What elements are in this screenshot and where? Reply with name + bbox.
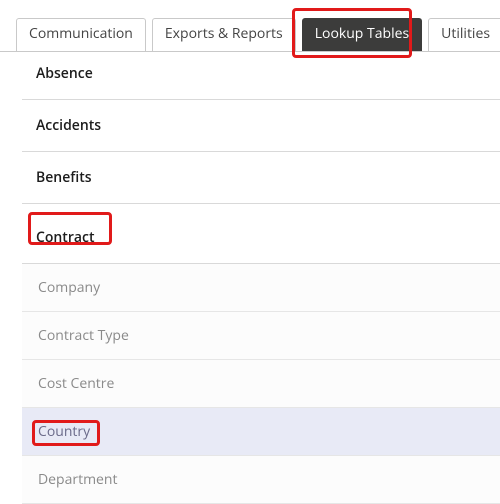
lookup-categories: Absence Accidents Benefits Contract Comp… <box>0 52 500 504</box>
item-department[interactable]: Department <box>22 456 500 504</box>
tab-lookup-tables[interactable]: Lookup Tables <box>302 18 422 51</box>
item-country[interactable]: Country <box>22 408 500 456</box>
item-company[interactable]: Company <box>22 264 500 312</box>
tab-exports-reports[interactable]: Exports & Reports <box>152 18 296 51</box>
section-benefits[interactable]: Benefits <box>22 152 500 204</box>
tab-communication[interactable]: Communication <box>16 18 146 51</box>
item-cost-centre[interactable]: Cost Centre <box>22 360 500 408</box>
item-contract-type[interactable]: Contract Type <box>22 312 500 360</box>
tab-bar: Communication Exports & Reports Lookup T… <box>0 0 500 52</box>
section-accidents[interactable]: Accidents <box>22 100 500 152</box>
tab-utilities[interactable]: Utilities <box>428 18 500 51</box>
section-contract[interactable]: Contract <box>22 212 500 264</box>
section-absence[interactable]: Absence <box>22 54 500 100</box>
